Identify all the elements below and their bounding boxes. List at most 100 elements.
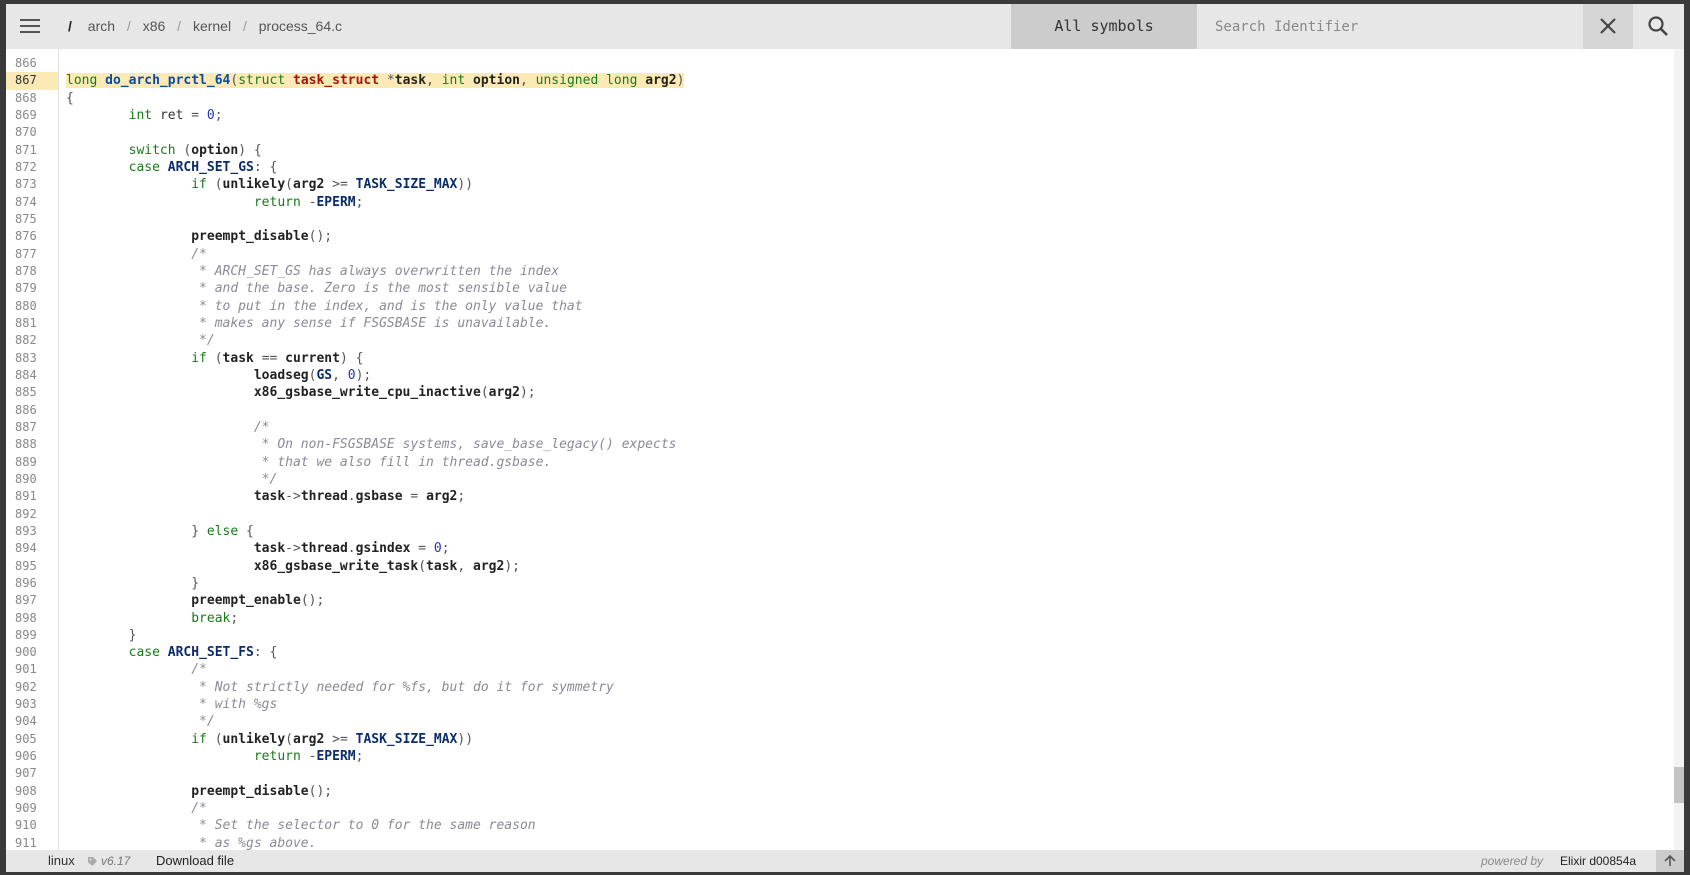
scrollbar-thumb[interactable] bbox=[1674, 767, 1684, 803]
breadcrumb-separator: / bbox=[242, 18, 247, 34]
code-line: if (unlikely(arg2 >= TASK_SIZE_MAX)) bbox=[191, 177, 474, 193]
code-line: return -EPERM; bbox=[253, 749, 364, 765]
code-line: switch (option) { bbox=[128, 142, 262, 158]
line-number[interactable]: 886 bbox=[6, 402, 58, 419]
line-number[interactable]: 893 bbox=[6, 523, 58, 540]
line-number[interactable]: 902 bbox=[6, 679, 58, 696]
line-number[interactable]: 899 bbox=[6, 627, 58, 644]
line-number[interactable]: 900 bbox=[6, 644, 58, 661]
code-line: break; bbox=[191, 610, 239, 626]
code-line: task->thread.gsbase = arg2; bbox=[253, 489, 466, 505]
vertical-scrollbar[interactable] bbox=[1674, 49, 1684, 850]
line-number[interactable]: 881 bbox=[6, 315, 58, 332]
line-number[interactable]: 901 bbox=[6, 661, 58, 678]
hamburger-menu-icon[interactable] bbox=[14, 12, 42, 40]
line-number[interactable]: 872 bbox=[6, 159, 58, 176]
line-number[interactable]: 880 bbox=[6, 298, 58, 315]
line-number[interactable]: 905 bbox=[6, 731, 58, 748]
line-number[interactable]: 876 bbox=[6, 228, 58, 245]
line-number[interactable]: 873 bbox=[6, 176, 58, 193]
close-icon[interactable] bbox=[1583, 4, 1633, 49]
code-line: preempt_disable(); bbox=[191, 229, 333, 245]
code-line: x86_gsbase_write_task(task, arg2); bbox=[253, 558, 520, 574]
symbol-filter-select[interactable]: All symbols bbox=[1011, 4, 1197, 49]
breadcrumb-item-kernel[interactable]: kernel bbox=[193, 18, 231, 34]
breadcrumb-root[interactable]: / bbox=[68, 18, 72, 34]
code-line: int ret = 0; bbox=[128, 107, 223, 123]
line-number[interactable]: 891 bbox=[6, 488, 58, 505]
breadcrumb-separator: / bbox=[177, 18, 182, 34]
version-tag[interactable]: v6.17 bbox=[101, 850, 130, 872]
breadcrumb-item-x86[interactable]: x86 bbox=[143, 18, 166, 34]
breadcrumb-separator: / bbox=[126, 18, 131, 34]
breadcrumb-item-file[interactable]: process_64.c bbox=[259, 18, 342, 34]
line-number[interactable]: 887 bbox=[6, 419, 58, 436]
arrow-up-icon[interactable] bbox=[1656, 850, 1684, 872]
code-line: case ARCH_SET_FS: { bbox=[128, 645, 278, 661]
line-number[interactable]: 896 bbox=[6, 575, 58, 592]
code-line: */ bbox=[66, 714, 215, 730]
line-number[interactable]: 903 bbox=[6, 696, 58, 713]
line-number[interactable]: 882 bbox=[6, 332, 58, 349]
line-number[interactable]: 878 bbox=[6, 263, 58, 280]
code-line: * On non-FSGSBASE systems, save_base_leg… bbox=[66, 437, 677, 453]
code-line: * and the base. Zero is the most sensibl… bbox=[66, 281, 567, 297]
code-line: { bbox=[66, 90, 74, 106]
line-number[interactable]: 885 bbox=[6, 384, 58, 401]
top-bar: / arch / x86 / kernel / process_64.c All… bbox=[6, 4, 1684, 49]
line-number[interactable]: 877 bbox=[6, 246, 58, 263]
code-line: x86_gsbase_write_cpu_inactive(arg2); bbox=[253, 385, 536, 401]
search-box bbox=[1197, 4, 1583, 49]
line-number[interactable]: 866 bbox=[6, 55, 58, 72]
code-line: * with %gs bbox=[66, 697, 278, 713]
line-number[interactable]: 884 bbox=[6, 367, 58, 384]
project-name[interactable]: linux bbox=[48, 850, 75, 872]
line-number[interactable]: 869 bbox=[6, 107, 58, 124]
line-number[interactable]: 889 bbox=[6, 454, 58, 471]
code-line: preempt_disable(); bbox=[191, 783, 333, 799]
line-number[interactable]: 867 bbox=[6, 72, 58, 90]
line-number[interactable]: 890 bbox=[6, 471, 58, 488]
line-number[interactable]: 898 bbox=[6, 610, 58, 627]
code-line: /* bbox=[66, 246, 207, 262]
code-line: */ bbox=[66, 333, 215, 349]
line-number[interactable]: 892 bbox=[6, 506, 58, 523]
line-number[interactable]: 868 bbox=[6, 90, 58, 107]
code-line: /* bbox=[66, 419, 270, 435]
footer-bar: linux v6.17 Download file powered by Eli… bbox=[6, 850, 1684, 872]
code-line: /* bbox=[66, 662, 207, 678]
line-number[interactable]: 907 bbox=[6, 765, 58, 782]
line-number[interactable]: 883 bbox=[6, 350, 58, 367]
line-number[interactable]: 897 bbox=[6, 592, 58, 609]
code-line: * that we also fill in thread.gsbase. bbox=[66, 454, 552, 470]
line-number[interactable]: 875 bbox=[6, 211, 58, 228]
search-input[interactable] bbox=[1197, 4, 1583, 49]
line-number-gutter: 866 867 868 869 870 871 872 873 874 875 876 877 878 8… bbox=[6, 49, 59, 850]
code-line: * Not strictly needed for %fs, but do it… bbox=[66, 679, 614, 695]
line-number[interactable]: 906 bbox=[6, 748, 58, 765]
line-number[interactable]: 911 bbox=[6, 835, 58, 850]
elixir-version-link[interactable]: Elixir d00854a bbox=[1560, 850, 1636, 872]
line-number[interactable]: 888 bbox=[6, 436, 58, 453]
breadcrumb-item-arch[interactable]: arch bbox=[88, 18, 115, 34]
code-line: */ bbox=[66, 471, 278, 487]
line-number[interactable]: 874 bbox=[6, 194, 58, 211]
line-number[interactable]: 908 bbox=[6, 783, 58, 800]
search-icon[interactable] bbox=[1633, 4, 1684, 49]
download-file-link[interactable]: Download file bbox=[156, 850, 234, 872]
code-line: } bbox=[128, 627, 137, 643]
line-number[interactable]: 879 bbox=[6, 280, 58, 297]
line-number[interactable]: 894 bbox=[6, 540, 58, 557]
line-number[interactable]: 895 bbox=[6, 558, 58, 575]
line-number[interactable]: 904 bbox=[6, 713, 58, 730]
line-number[interactable]: 909 bbox=[6, 800, 58, 817]
code-line: preempt_enable(); bbox=[191, 593, 325, 609]
line-number[interactable]: 870 bbox=[6, 124, 58, 141]
line-number[interactable]: 910 bbox=[6, 817, 58, 834]
line-number[interactable]: 871 bbox=[6, 142, 58, 159]
code-line: } else { bbox=[191, 523, 254, 539]
